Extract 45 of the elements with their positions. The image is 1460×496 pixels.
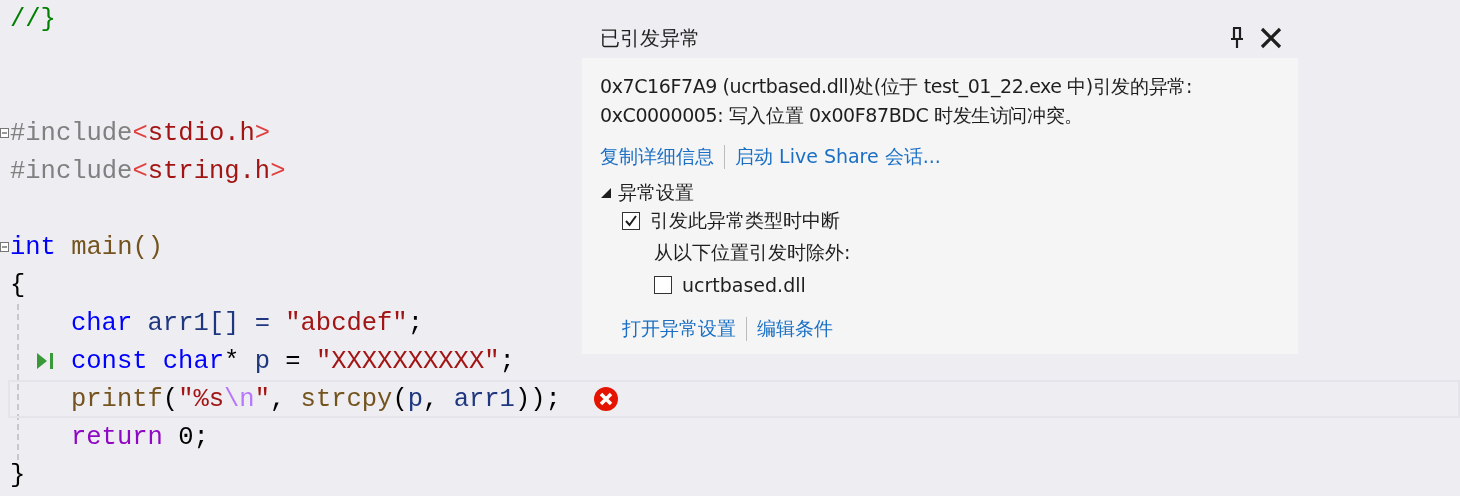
exception-message: 0x7C16F7A9 (ucrtbased.dll)处(位于 test_01_22.exe 中)引发的异常: — [600, 74, 1193, 100]
code-token: stdio.h — [147, 118, 255, 148]
code-token: " — [254, 384, 270, 414]
code-token: arr1 — [453, 384, 515, 414]
code-token: ( — [392, 384, 408, 414]
code-token: \n — [224, 384, 255, 414]
code-token: 0; — [177, 422, 209, 452]
code-token: char — [71, 308, 133, 338]
code-token: * — [224, 346, 241, 376]
code-token: { — [10, 270, 26, 300]
exception-label: 从以下位置引发时除外: — [654, 240, 851, 265]
code-token: //} — [10, 4, 56, 34]
code-token: > — [270, 156, 286, 186]
code-token: char — [161, 346, 225, 376]
code-token: string.h — [147, 156, 271, 186]
code-token: #include — [10, 156, 133, 186]
code-token: main() — [70, 232, 164, 262]
code-token: arr1[] = — [146, 308, 271, 338]
checkbox-label: 引发此异常类型时中断 — [650, 208, 840, 233]
section-label: 异常设置 — [618, 180, 694, 205]
code-token: "%s — [178, 384, 225, 414]
code-token: ; — [407, 308, 423, 338]
code-token: )); — [514, 384, 561, 414]
code-token: < — [132, 156, 148, 186]
code-token: #include — [10, 118, 133, 148]
code-token: ( — [162, 384, 179, 414]
code-token: const — [71, 346, 148, 376]
checkbox-label: ucrtbased.dll — [682, 274, 806, 296]
code-token: } — [10, 460, 26, 490]
code-token: = — [284, 346, 302, 376]
code-token: ; — [499, 346, 515, 376]
code-token: return — [71, 422, 163, 452]
code-token: p — [407, 384, 424, 414]
code-token: int — [10, 232, 56, 262]
code-token: p — [254, 346, 270, 376]
code-token: "XXXXXXXXXX" — [315, 346, 500, 376]
code-token: , — [423, 384, 440, 414]
code-token: , — [270, 384, 287, 414]
code-token: < — [132, 118, 148, 148]
exception-message: 0xC0000005: 写入位置 0x00F87BDC 时发生访问冲突。 — [600, 103, 1084, 128]
code-token: strcpy — [300, 384, 393, 414]
code-token: "abcdef" — [285, 308, 408, 338]
code-token: printf — [71, 384, 163, 414]
popup-title: 已引发异常 — [600, 24, 700, 52]
code-token: > — [254, 118, 271, 148]
